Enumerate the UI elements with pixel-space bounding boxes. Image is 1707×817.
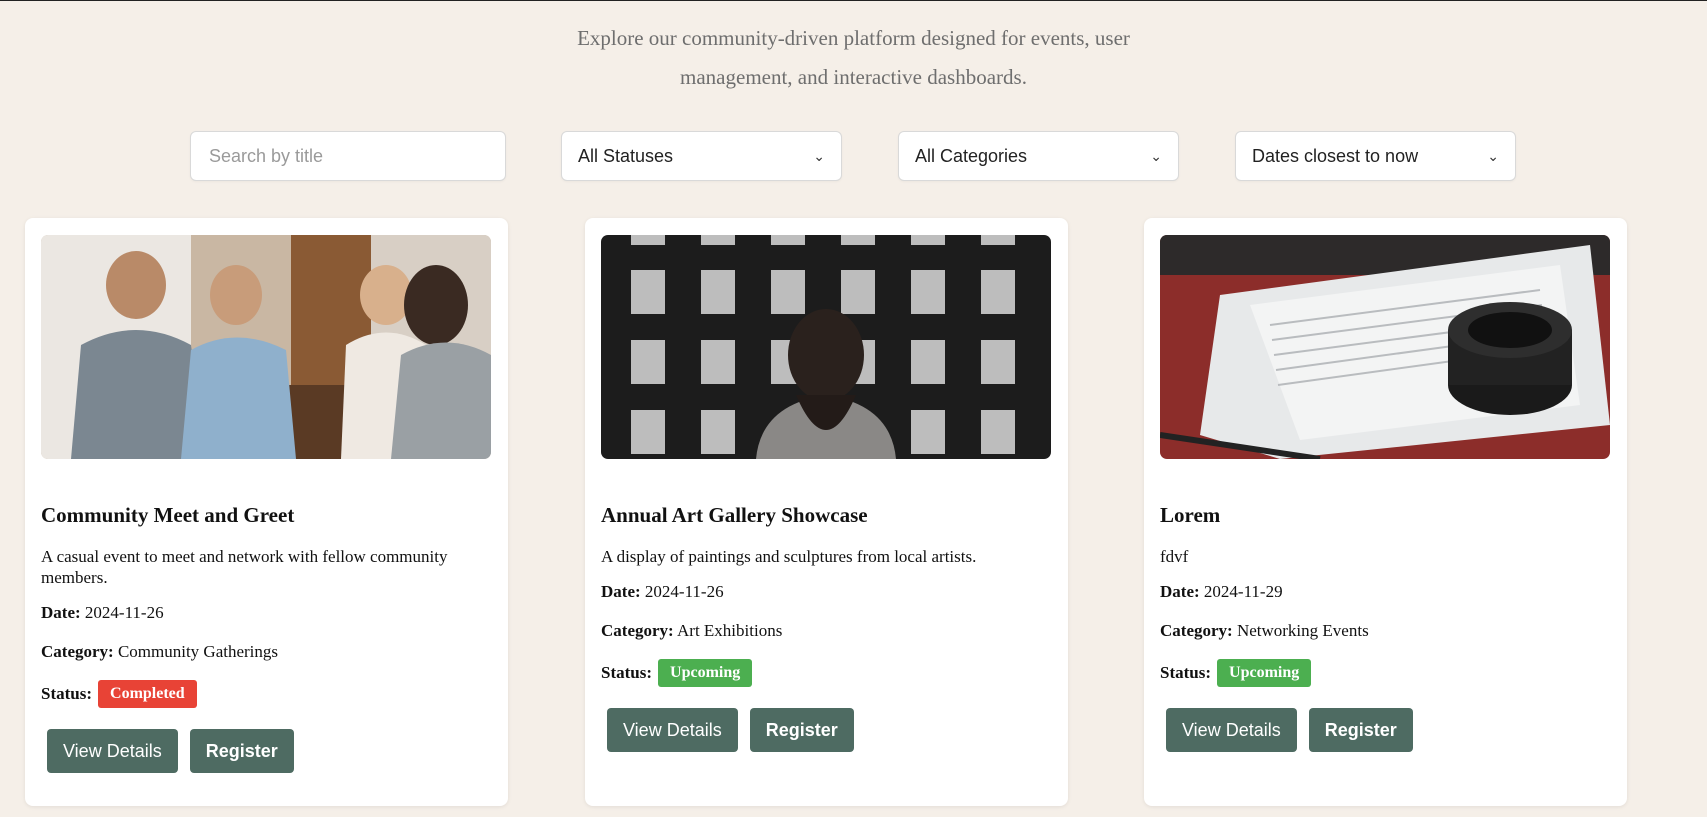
category-label: Category: <box>601 621 674 640</box>
status-label: Status: <box>601 663 653 682</box>
event-date: Date: 2024-11-26 <box>41 602 492 623</box>
status-select[interactable]: All Statuses ⌄ <box>561 131 842 181</box>
event-title: Annual Art Gallery Showcase <box>601 503 868 527</box>
category-select[interactable]: All Categories ⌄ <box>898 131 1179 181</box>
event-card: Lorem fdvf Date: 2024-11-29 Category: Ne… <box>1144 218 1627 806</box>
event-title: Community Meet and Greet <box>41 503 295 527</box>
card-actions: View Details Register <box>47 729 492 773</box>
event-date: Date: 2024-11-29 <box>1160 581 1611 602</box>
event-card: Annual Art Gallery Showcase A display of… <box>585 218 1068 806</box>
chevron-down-icon: ⌄ <box>1487 147 1499 164</box>
category-value: Community Gatherings <box>117 642 279 661</box>
date-value: 2024-11-26 <box>644 582 724 601</box>
status-select-value: All Statuses <box>578 145 674 166</box>
view-details-button[interactable]: View Details <box>1166 708 1297 752</box>
date-label: Date: <box>601 582 641 601</box>
date-value: 2024-11-26 <box>84 603 164 622</box>
event-category: Category: Networking Events <box>1160 620 1611 641</box>
event-status: Status: Upcoming <box>601 659 1052 687</box>
event-description: fdvf <box>1160 547 1189 566</box>
chevron-down-icon: ⌄ <box>813 147 825 164</box>
register-button[interactable]: Register <box>1308 708 1413 752</box>
category-label: Category: <box>41 642 114 661</box>
intro-section: Explore our community-driven platform de… <box>0 19 1707 97</box>
status-label: Status: <box>41 684 93 703</box>
gallery-wall-photo <box>601 235 1051 459</box>
date-label: Date: <box>41 603 81 622</box>
event-card: Community Meet and Greet A casual event … <box>25 218 508 806</box>
card-actions: View Details Register <box>1166 708 1611 752</box>
event-category: Category: Community Gatherings <box>41 641 492 662</box>
status-badge: Completed <box>98 680 197 708</box>
camera-lens-papers-photo <box>1160 235 1610 459</box>
event-status: Status: Upcoming <box>1160 659 1611 687</box>
status-label: Status: <box>1160 663 1212 682</box>
sort-select-value: Dates closest to now <box>1252 145 1419 166</box>
event-category: Category: Art Exhibitions <box>601 620 1052 641</box>
chevron-down-icon: ⌄ <box>1150 147 1162 164</box>
event-description: A display of paintings and sculptures fr… <box>601 547 977 566</box>
event-title: Lorem <box>1160 503 1221 527</box>
view-details-button[interactable]: View Details <box>47 729 178 773</box>
event-description: A casual event to meet and network with … <box>41 547 448 587</box>
event-status: Status: Completed <box>41 680 492 708</box>
event-date: Date: 2024-11-26 <box>601 581 1052 602</box>
view-details-button[interactable]: View Details <box>607 708 738 752</box>
status-badge: Upcoming <box>1217 659 1312 687</box>
date-value: 2024-11-29 <box>1203 582 1283 601</box>
card-actions: View Details Register <box>607 708 1052 752</box>
date-label: Date: <box>1160 582 1200 601</box>
search-field[interactable] <box>190 131 506 181</box>
search-input[interactable] <box>207 144 489 168</box>
people-meeting-photo <box>41 235 491 459</box>
sort-select[interactable]: Dates closest to now ⌄ <box>1235 131 1516 181</box>
category-value: Art Exhibitions <box>677 621 783 640</box>
category-label: Category: <box>1160 621 1233 640</box>
category-value: Networking Events <box>1236 621 1369 640</box>
filter-bar: All Statuses ⌄ All Categories ⌄ Dates cl… <box>0 131 1707 181</box>
category-select-value: All Categories <box>915 145 1028 166</box>
register-button[interactable]: Register <box>189 729 294 773</box>
register-button[interactable]: Register <box>749 708 854 752</box>
status-badge: Upcoming <box>658 659 753 687</box>
intro-text: Explore our community-driven platform de… <box>577 26 1130 89</box>
